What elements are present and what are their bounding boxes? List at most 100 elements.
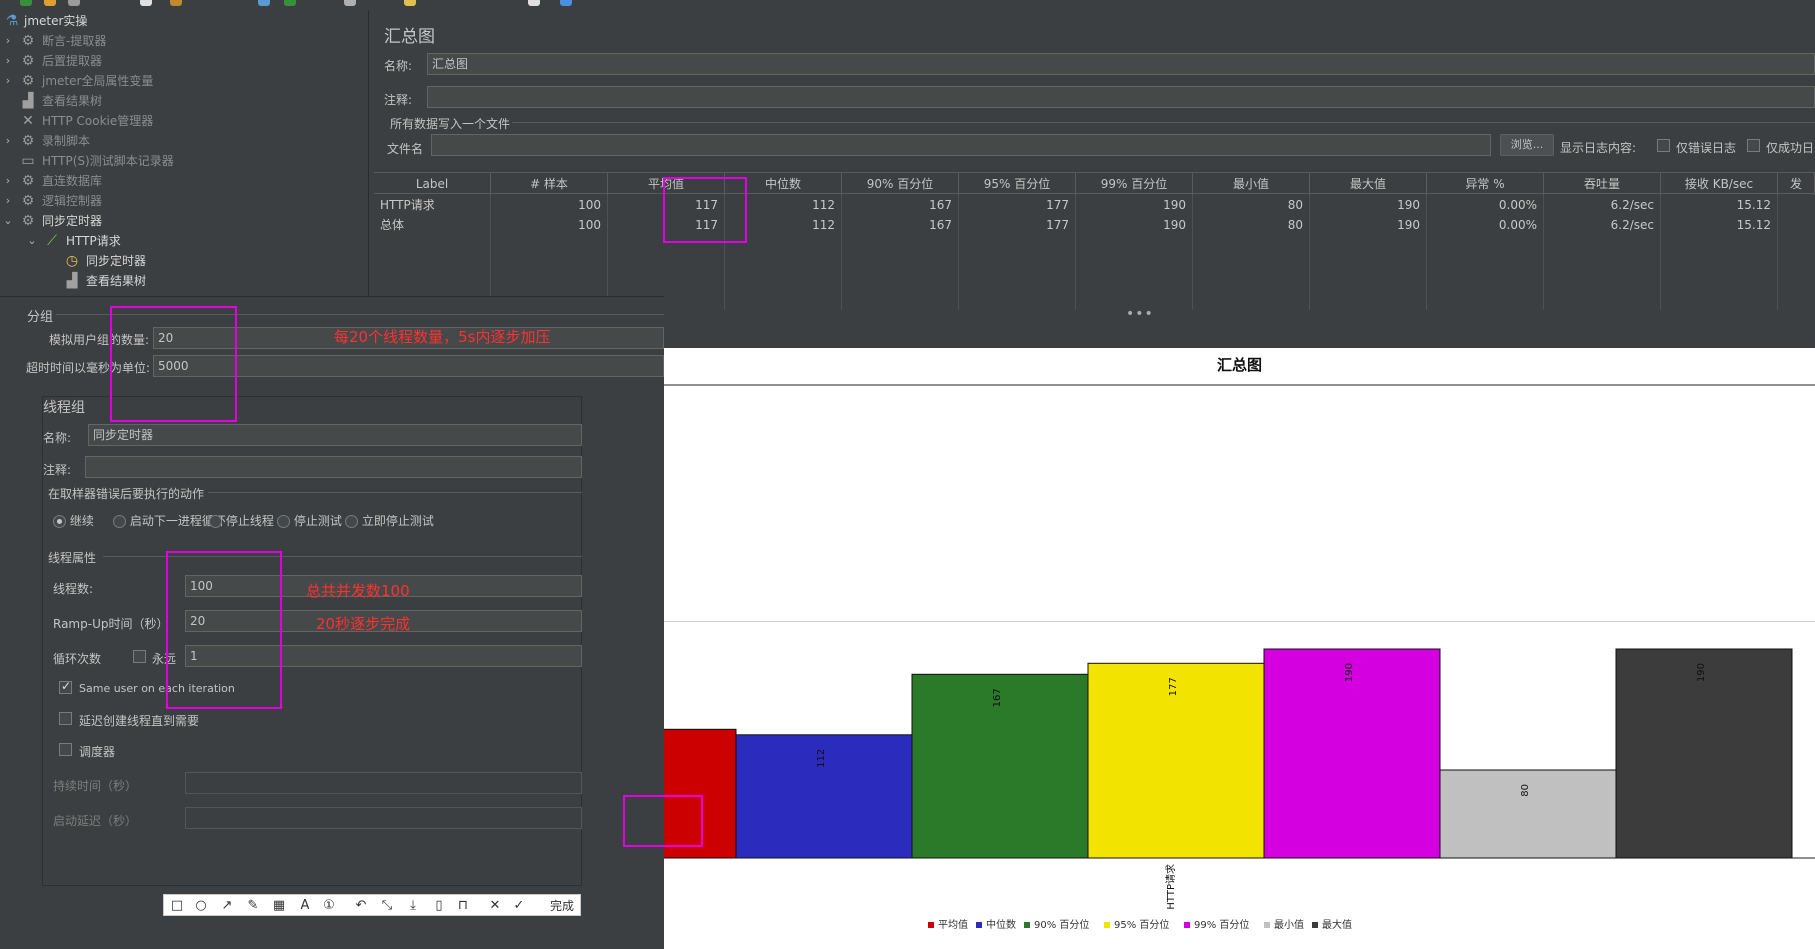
- annotation-note-rampup: 20秒逐步完成: [316, 615, 411, 633]
- chevron-right-icon[interactable]: ›: [2, 172, 14, 190]
- tree-item-label: 直连数据库: [42, 174, 103, 188]
- chevron-right-icon[interactable]: ›: [2, 72, 14, 90]
- number-tool-icon[interactable]: ①: [320, 897, 338, 915]
- column-header[interactable]: 接收 KB/sec: [1661, 173, 1778, 195]
- grid-line: [1075, 235, 1076, 310]
- mosaic-tool-icon[interactable]: ▦: [270, 897, 288, 915]
- crop-icon[interactable]: ⤡: [378, 897, 396, 915]
- tree-item-label: 逻辑控制器: [42, 194, 103, 208]
- duration-input[interactable]: [185, 772, 582, 794]
- toolbar-button-icon[interactable]: [20, 0, 32, 6]
- data-label: 80: [1520, 784, 1531, 797]
- tree-item-label: 同步定时器: [86, 254, 147, 268]
- close-icon[interactable]: ✕: [486, 897, 504, 915]
- arrow-tool-icon[interactable]: ↗: [218, 897, 236, 915]
- chevron-right-icon[interactable]: ›: [2, 132, 14, 150]
- chart-icon: ▟: [22, 93, 34, 109]
- column-header[interactable]: 99% 百分位: [1076, 173, 1193, 195]
- action-radio[interactable]: 停止测试: [277, 512, 342, 529]
- chevron-down-icon[interactable]: ⌄: [2, 212, 14, 230]
- legend-label: 99% 百分位: [1194, 918, 1249, 931]
- download-icon[interactable]: ⤓: [404, 897, 422, 915]
- pin-icon[interactable]: ▯: [430, 897, 448, 915]
- delay-create-checkbox[interactable]: [59, 712, 72, 725]
- legend-label: 平均值: [938, 918, 968, 931]
- toolbar-button-icon[interactable]: [404, 0, 416, 6]
- table-cell: 80: [1193, 195, 1310, 215]
- chevron-right-icon[interactable]: ›: [2, 192, 14, 210]
- duration-label: 持续时间（秒）: [53, 779, 138, 793]
- column-header[interactable]: Label: [374, 173, 491, 195]
- column-header[interactable]: 95% 百分位: [959, 173, 1076, 195]
- table-row[interactable]: 总体 100 117 112 167 177 190 80 190 0.00% 6.2/sec 15.…: [374, 215, 1815, 235]
- tg-comment-input[interactable]: [85, 456, 582, 478]
- comment-input[interactable]: [427, 86, 1815, 108]
- column-header[interactable]: 吞吐量: [1544, 173, 1661, 195]
- toolbar-button-icon[interactable]: [140, 0, 152, 6]
- legend-swatch: [1184, 922, 1190, 928]
- legend-label: 最大值: [1322, 918, 1352, 931]
- column-header[interactable]: 最大值: [1310, 173, 1427, 195]
- loop-label: 循环次数: [53, 652, 102, 666]
- radio-button[interactable]: [345, 515, 358, 528]
- ellipse-tool-icon[interactable]: ○: [192, 897, 210, 915]
- undo-icon[interactable]: ↶: [352, 897, 370, 915]
- same-user-checkbox[interactable]: [59, 679, 72, 694]
- radio-button[interactable]: [53, 515, 66, 528]
- action-radio[interactable]: 立即停止测试: [345, 512, 434, 529]
- name-input[interactable]: 汇总图: [427, 53, 1815, 75]
- action-radio[interactable]: 继续: [53, 512, 94, 529]
- column-header[interactable]: 发: [1778, 173, 1815, 195]
- toolbar-button-icon[interactable]: [170, 0, 182, 6]
- rampup-label: Ramp-Up时间（秒）: [53, 617, 169, 631]
- gear-icon: ⚙: [21, 53, 35, 69]
- clock-icon: ◷: [65, 253, 79, 269]
- chevron-right-icon[interactable]: ›: [2, 32, 14, 50]
- browse-button[interactable]: 浏览...: [1500, 134, 1554, 156]
- table-cell: 0.00%: [1427, 215, 1544, 235]
- toolbar-button-icon[interactable]: [560, 0, 572, 6]
- radio-button[interactable]: [113, 515, 126, 528]
- pipette-icon: ⟋: [47, 233, 57, 249]
- pen-tool-icon[interactable]: ✎: [244, 897, 262, 915]
- table-cell: 167: [842, 195, 959, 215]
- action-radio[interactable]: 停止线程: [209, 512, 274, 529]
- action-label: 立即停止测试: [361, 514, 434, 528]
- toolbar-button-icon[interactable]: [258, 0, 270, 6]
- done-button[interactable]: 完成: [550, 897, 574, 915]
- toolbar-button-icon[interactable]: [284, 0, 296, 6]
- bookmark-icon[interactable]: ⊓: [454, 897, 472, 915]
- tg-name-input[interactable]: 同步定时器: [88, 424, 582, 446]
- toolbar-button-icon[interactable]: [344, 0, 356, 6]
- column-header[interactable]: 90% 百分位: [842, 173, 959, 195]
- column-header[interactable]: 最小值: [1193, 173, 1310, 195]
- log-content-label: 显示日志内容:: [1560, 141, 1637, 155]
- tree-item-label: HTTP(S)测试脚本记录器: [42, 154, 174, 168]
- forever-checkbox[interactable]: [133, 650, 146, 663]
- table-row[interactable]: HTTP请求 100 117 112 167 177 190 80 190 0.00% 6.2/se…: [374, 195, 1815, 215]
- filename-input[interactable]: [431, 134, 1491, 156]
- radio-button[interactable]: [277, 515, 290, 528]
- column-header[interactable]: # 样本: [491, 173, 608, 195]
- chevron-right-icon[interactable]: ›: [2, 52, 14, 70]
- toolbar-button-icon[interactable]: [68, 0, 80, 6]
- toolbar-button-icon[interactable]: [528, 0, 540, 6]
- chevron-down-icon[interactable]: ⌄: [26, 232, 38, 250]
- legend-swatch: [1024, 922, 1030, 928]
- errors-only-checkbox[interactable]: [1657, 138, 1670, 152]
- splitter[interactable]: [368, 10, 369, 310]
- startup-delay-input[interactable]: [185, 807, 582, 829]
- text-tool-icon[interactable]: A: [296, 897, 314, 915]
- scheduler-checkbox[interactable]: [59, 743, 72, 756]
- radio-button[interactable]: [209, 515, 222, 528]
- split-handle[interactable]: •••: [1126, 306, 1154, 322]
- rectangle-tool-icon[interactable]: □: [168, 897, 186, 915]
- legend-swatch: [1264, 922, 1270, 928]
- table-cell: 167: [842, 215, 959, 235]
- success-only-checkbox[interactable]: [1747, 138, 1760, 152]
- check-icon[interactable]: ✓: [510, 897, 528, 915]
- column-header[interactable]: 异常 %: [1427, 173, 1544, 195]
- top-toolbar: [0, 0, 1815, 8]
- toolbar-button-icon[interactable]: [44, 0, 56, 6]
- grid-line: [724, 235, 725, 310]
